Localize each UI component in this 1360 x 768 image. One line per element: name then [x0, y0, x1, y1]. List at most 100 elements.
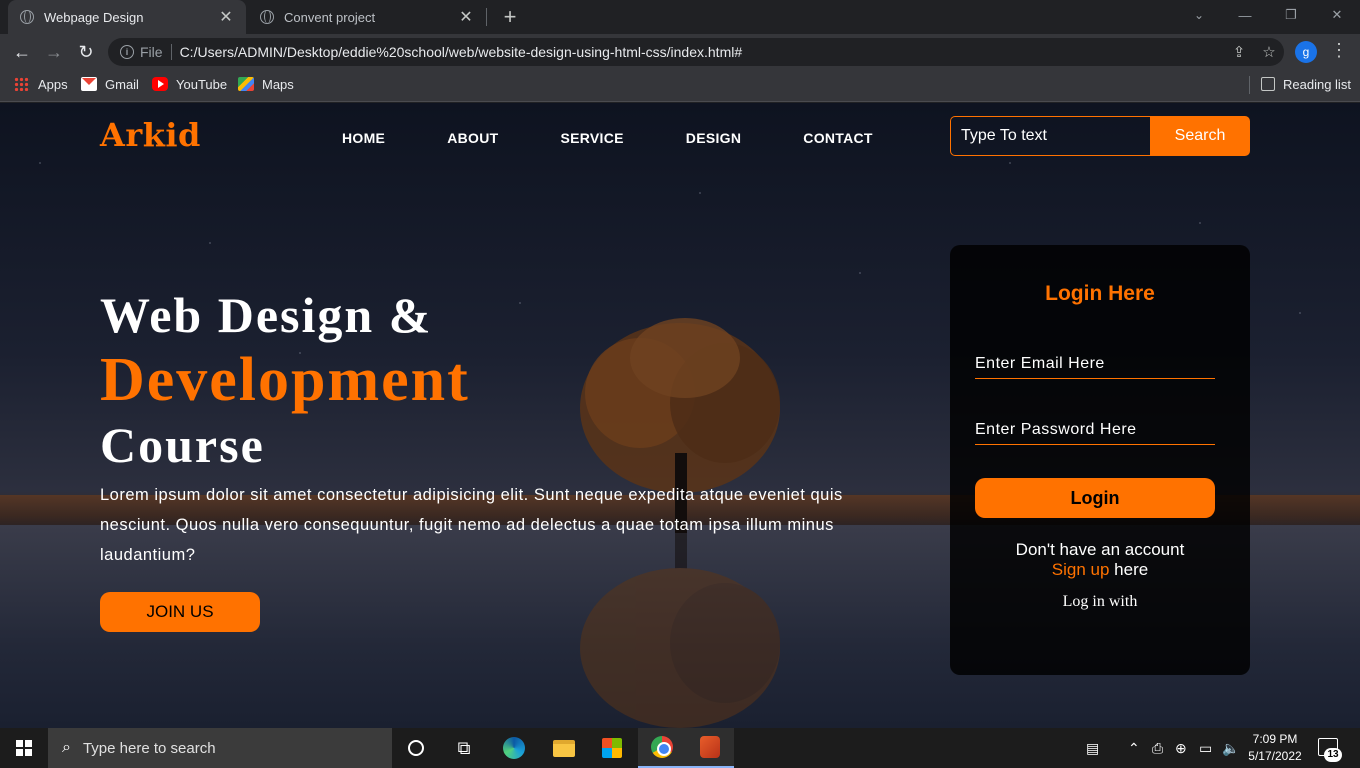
taskbar-file-explorer[interactable] [540, 728, 588, 768]
close-tab-icon[interactable]: ✕ [458, 7, 474, 27]
nav-contact[interactable]: CONTACT [803, 130, 873, 146]
notification-count-badge: 13 [1324, 748, 1342, 762]
tab-search-chevron-icon[interactable]: ⌄ [1188, 4, 1210, 26]
hero-line-3: Course [100, 417, 265, 473]
bookmark-label: Apps [38, 76, 68, 92]
taskbar-clock[interactable]: 7:09 PM 5/17/2022 [1240, 731, 1310, 765]
globe-icon [20, 10, 34, 24]
info-icon[interactable]: i [120, 45, 134, 59]
bookmark-label: Gmail [105, 76, 139, 92]
taskbar-chrome[interactable] [638, 728, 686, 768]
hero-line-1: Web Design & [100, 287, 433, 343]
signup-suffix: here [1109, 560, 1149, 579]
signup-link[interactable]: Sign up [1052, 560, 1110, 579]
tab-webpage-design[interactable]: Webpage Design ✕ [8, 0, 246, 34]
nav-design[interactable]: DESIGN [686, 130, 741, 146]
cortana-button[interactable] [392, 728, 440, 768]
youtube-icon [152, 77, 168, 91]
bookmark-maps[interactable]: Maps [238, 70, 294, 98]
more-menu-icon[interactable]: ⋮ [1330, 40, 1348, 61]
search-button[interactable]: Search [1150, 116, 1250, 156]
hero-paragraph: Lorem ipsum dolor sit amet consectetur a… [100, 486, 843, 564]
tab-strip: Webpage Design ✕ Convent project ✕ + ⌄ —… [0, 0, 1360, 34]
windows-logo-icon [16, 740, 32, 756]
folder-icon [553, 739, 575, 757]
tab-separator [486, 8, 487, 26]
nav-about[interactable]: ABOUT [447, 130, 498, 146]
no-account-text: Don't have an account [1015, 540, 1185, 559]
restore-button[interactable]: ❐ [1268, 0, 1314, 30]
minimize-button[interactable]: — [1222, 0, 1268, 30]
share-icon[interactable]: ⇪ [1224, 43, 1254, 61]
hero-line-2: Development [100, 346, 470, 414]
login-title: Login Here [1045, 282, 1155, 305]
tray-battery-icon[interactable]: ▭ [1199, 728, 1212, 768]
tray-news-icon[interactable]: ▤ [1086, 728, 1099, 768]
password-field[interactable] [975, 415, 1215, 445]
site-search: Search [950, 116, 1250, 156]
login-button[interactable]: Login [975, 478, 1215, 518]
taskbar-search-placeholder: Type here to search [82, 739, 216, 757]
app-icon [700, 736, 720, 758]
globe-icon [260, 10, 274, 24]
windows-taskbar: ⌕ Type here to search ⧉ ▤ ⌃ ⎙ ⊕ ▭ 🔈 7:09… [0, 728, 1360, 768]
bookmark-star-icon[interactable]: ☆ [1254, 43, 1284, 61]
bookmark-apps[interactable]: Apps [14, 70, 68, 98]
reading-list-icon [1261, 77, 1275, 91]
search-input[interactable] [950, 116, 1150, 156]
new-tab-button[interactable]: + [498, 4, 522, 30]
page-viewport: Arkid HOME ABOUT SERVICE DESIGN CONTACT … [0, 103, 1360, 728]
tab-convent-project[interactable]: Convent project ✕ [248, 0, 486, 34]
signup-prompt: Don't have an account Sign up here [950, 540, 1250, 580]
apps-grid-icon [14, 77, 30, 91]
site-logo[interactable]: Arkid [100, 116, 201, 154]
close-window-button[interactable]: ✕ [1314, 0, 1360, 30]
bookmark-label: Maps [262, 76, 294, 92]
reading-list-label: Reading list [1283, 76, 1351, 92]
hero-heading: Web Design & Development Course [100, 285, 470, 475]
clock-time: 7:09 PM [1252, 732, 1298, 746]
login-form: Login Here Login Don't have an account S… [950, 245, 1250, 675]
reading-list-button[interactable]: Reading list [1261, 70, 1351, 98]
start-button[interactable] [0, 728, 48, 768]
bookmark-youtube[interactable]: YouTube [152, 70, 227, 98]
task-view-button[interactable]: ⧉ [440, 728, 488, 768]
browser-toolbar: ← → ↻ i File C:/Users/ADMIN/Desktop/eddi… [0, 34, 1360, 70]
profile-avatar[interactable]: g [1295, 41, 1317, 63]
bookmark-gmail[interactable]: Gmail [81, 70, 139, 98]
gmail-icon [81, 77, 97, 91]
main-nav: HOME ABOUT SERVICE DESIGN CONTACT [342, 130, 935, 146]
search-icon: ⌕ [62, 739, 71, 756]
reload-icon[interactable]: ↻ [74, 40, 98, 64]
email-field[interactable] [975, 349, 1215, 379]
bookmark-label: YouTube [176, 76, 228, 92]
tab-title: Webpage Design [44, 9, 144, 25]
task-view-icon: ⧉ [457, 737, 471, 758]
back-arrow-icon[interactable]: ← [10, 40, 34, 64]
nav-home[interactable]: HOME [342, 130, 385, 146]
tray-meet-icon[interactable]: ⎙ [1152, 728, 1163, 768]
taskbar-search[interactable]: ⌕ Type here to search [48, 728, 392, 768]
window-controls: — ❐ ✕ [1222, 0, 1360, 30]
tray-volume-icon[interactable]: 🔈 [1222, 728, 1239, 768]
bookmarks-bar: Apps Gmail YouTube Maps Reading list [0, 70, 1360, 102]
hero-section: Web Design & Development Course Lorem ip… [100, 285, 842, 564]
close-tab-icon[interactable]: ✕ [218, 7, 234, 27]
edge-icon [503, 737, 525, 759]
nav-service[interactable]: SERVICE [560, 130, 623, 146]
url-text[interactable]: C:/Users/ADMIN/Desktop/eddie%20school/we… [180, 44, 1224, 60]
join-us-button[interactable]: JOIN US [100, 592, 260, 632]
taskbar-app[interactable] [686, 728, 734, 768]
store-icon [602, 738, 622, 758]
address-bar[interactable]: i File C:/Users/ADMIN/Desktop/eddie%20sc… [108, 38, 1284, 66]
taskbar-edge[interactable] [490, 728, 538, 768]
taskbar-store[interactable] [588, 728, 636, 768]
log-in-with-text: Log in with [1062, 593, 1138, 610]
forward-arrow-icon[interactable]: → [42, 40, 66, 64]
tray-chevron-up-icon[interactable]: ⌃ [1128, 728, 1140, 768]
url-scheme: File [140, 44, 163, 60]
omnibox-divider [170, 44, 172, 60]
chrome-icon [651, 736, 673, 758]
cortana-circle-icon [408, 740, 424, 756]
tray-network-icon[interactable]: ⊕ [1175, 728, 1187, 768]
